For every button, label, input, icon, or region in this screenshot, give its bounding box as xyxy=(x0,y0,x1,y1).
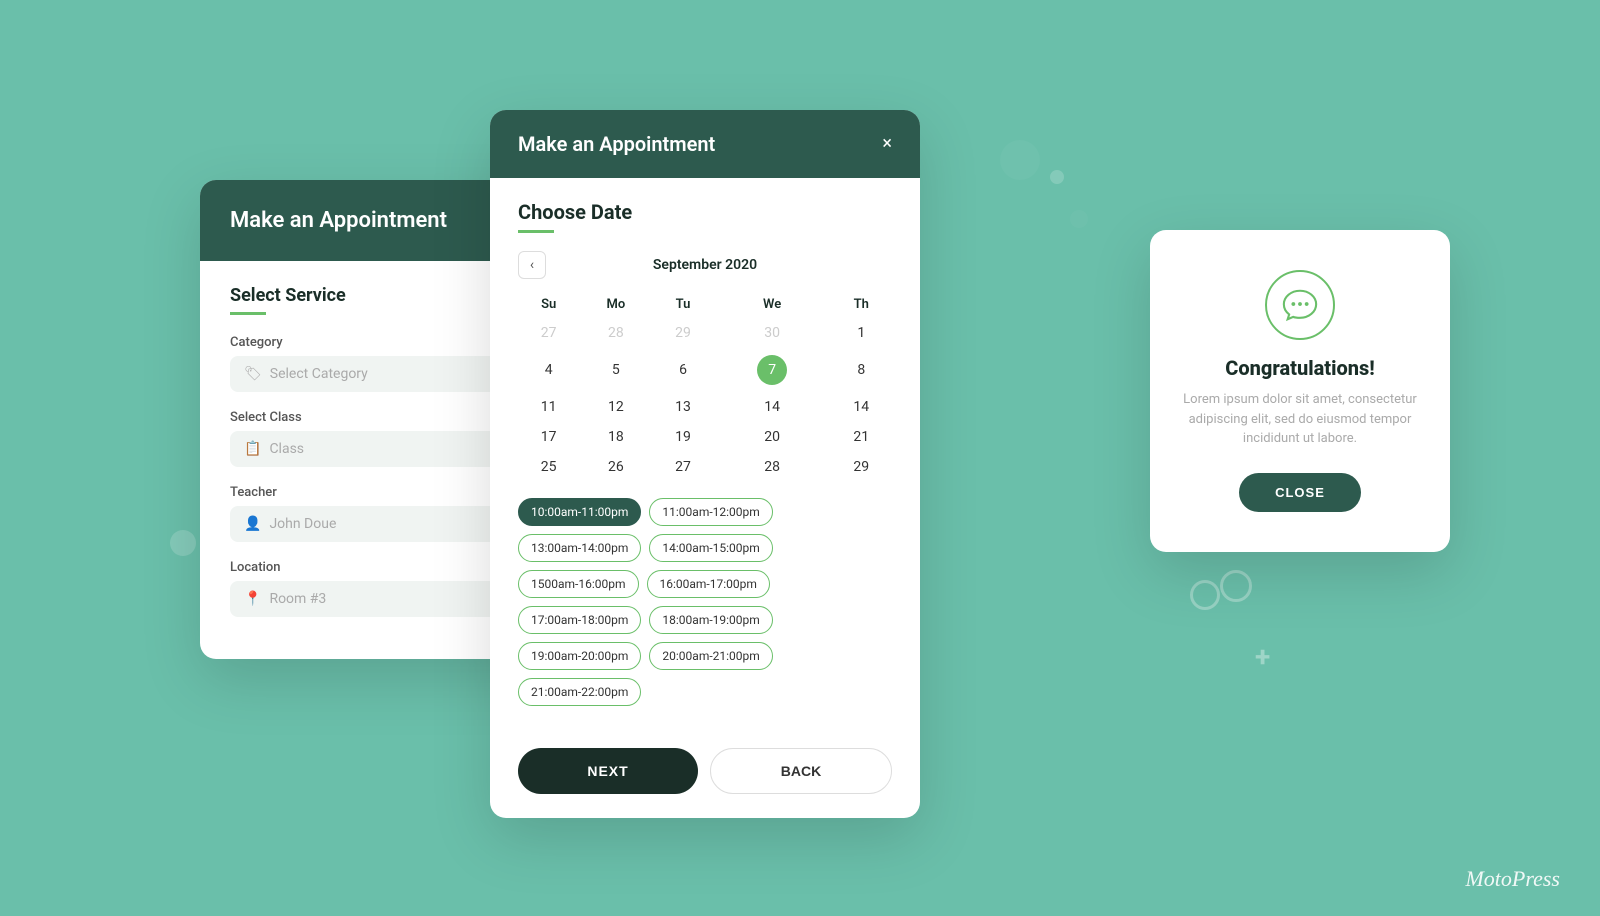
teacher-label: Teacher xyxy=(230,485,530,500)
day-4[interactable]: 4 xyxy=(518,348,579,392)
category-input[interactable]: 🏷 Select Category xyxy=(230,356,530,392)
time-slot-1[interactable]: 11:00am-12:00pm xyxy=(649,498,772,526)
calendar-week-1: 27 28 29 30 1 xyxy=(518,318,892,348)
time-slot-5[interactable]: 16:00am-17:00pm xyxy=(647,570,770,598)
deco-circle-8 xyxy=(1070,210,1088,228)
calendar-month-label: September 2020 xyxy=(653,257,757,273)
day-header-mo: Mo xyxy=(579,291,652,318)
chat-bubble-icon xyxy=(1281,286,1319,324)
day-1[interactable]: 1 xyxy=(831,318,892,348)
section-title: Select Service xyxy=(230,285,530,306)
day-26[interactable]: 26 xyxy=(579,452,652,482)
card-buttons: NEXT BACK xyxy=(490,748,920,818)
day-6[interactable]: 6 xyxy=(652,348,713,392)
day-30-prev[interactable]: 30 xyxy=(714,318,831,348)
calendar-nav: ‹ September 2020 xyxy=(518,251,892,279)
class-label: Select Class xyxy=(230,410,530,425)
time-slot-10[interactable]: 21:00am-22:00pm xyxy=(518,678,641,706)
day-header-su: Su xyxy=(518,291,579,318)
class-input[interactable]: 📋 Class xyxy=(230,431,530,467)
location-field-group: Location 📍 Room #3 xyxy=(230,560,530,617)
day-14[interactable]: 14 xyxy=(714,392,831,422)
section-underline xyxy=(230,312,266,315)
day-8[interactable]: 8 xyxy=(831,348,892,392)
day-7[interactable]: 7 xyxy=(714,348,831,392)
day-25[interactable]: 25 xyxy=(518,452,579,482)
day-header-we: We xyxy=(714,291,831,318)
location-icon: 📍 xyxy=(244,591,261,607)
close-button[interactable]: CLOSE xyxy=(1239,473,1361,512)
category-label: Category xyxy=(230,335,530,350)
day-11[interactable]: 11 xyxy=(518,392,579,422)
day-19[interactable]: 19 xyxy=(652,422,713,452)
time-slot-7[interactable]: 18:00am-19:00pm xyxy=(649,606,772,634)
day-14b[interactable]: 14 xyxy=(831,392,892,422)
calendar-week-2: 4 5 6 7 8 xyxy=(518,348,892,392)
day-18[interactable]: 18 xyxy=(579,422,652,452)
next-button[interactable]: NEXT xyxy=(518,748,698,794)
calendar-card-body: Choose Date ‹ September 2020 Su Mo Tu We… xyxy=(490,178,920,748)
deco-ring-3 xyxy=(1190,580,1220,610)
teacher-input[interactable]: 👤 John Doue xyxy=(230,506,530,542)
category-placeholder: Select Category xyxy=(270,366,368,382)
day-29-prev[interactable]: 29 xyxy=(652,318,713,348)
time-slot-6[interactable]: 17:00am-18:00pm xyxy=(518,606,641,634)
day-13[interactable]: 13 xyxy=(652,392,713,422)
day-21[interactable]: 21 xyxy=(831,422,892,452)
choose-date-underline xyxy=(518,230,554,233)
back-button[interactable]: BACK xyxy=(710,748,892,794)
teacher-value: John Doue xyxy=(269,516,336,532)
congrats-text: Lorem ipsum dolor sit amet, consectetur … xyxy=(1180,390,1420,449)
teacher-field-group: Teacher 👤 John Doue xyxy=(230,485,530,542)
class-icon: 📋 xyxy=(244,441,261,457)
day-12[interactable]: 12 xyxy=(579,392,652,422)
deco-circle-7 xyxy=(1000,140,1040,180)
calendar-card-header: Make an Appointment × xyxy=(490,110,920,178)
time-slot-4[interactable]: 1500am-16:00pm xyxy=(518,570,639,598)
day-7-selected[interactable]: 7 xyxy=(757,355,787,385)
calendar-week-4: 17 18 19 20 21 xyxy=(518,422,892,452)
deco-circle-2 xyxy=(1050,170,1064,184)
day-28-prev[interactable]: 28 xyxy=(579,318,652,348)
congratulations-card: Congratulations! Lorem ipsum dolor sit a… xyxy=(1150,230,1450,552)
time-slot-3[interactable]: 14:00am-15:00pm xyxy=(649,534,772,562)
day-20[interactable]: 20 xyxy=(714,422,831,452)
day-28[interactable]: 28 xyxy=(714,452,831,482)
time-slot-2[interactable]: 13:00am-14:00pm xyxy=(518,534,641,562)
location-input[interactable]: 📍 Room #3 xyxy=(230,581,530,617)
calendar-card: Make an Appointment × Choose Date ‹ Sept… xyxy=(490,110,920,818)
day-5[interactable]: 5 xyxy=(579,348,652,392)
location-value: Room #3 xyxy=(269,591,326,607)
calendar-week-5: 25 26 27 28 29 xyxy=(518,452,892,482)
calendar-week-3: 11 12 13 14 14 xyxy=(518,392,892,422)
day-27-prev[interactable]: 27 xyxy=(518,318,579,348)
day-29[interactable]: 29 xyxy=(831,452,892,482)
deco-plus: + xyxy=(1255,640,1270,673)
location-label: Location xyxy=(230,560,530,575)
calendar-card-title: Make an Appointment xyxy=(518,132,715,156)
category-field-group: Category 🏷 Select Category xyxy=(230,335,530,392)
time-slots-container: 10:00am-11:00pm 11:00am-12:00pm 13:00am-… xyxy=(518,498,892,706)
teacher-icon: 👤 xyxy=(244,516,261,532)
time-slot-8[interactable]: 19:00am-20:00pm xyxy=(518,642,641,670)
deco-ring-2 xyxy=(1220,570,1252,602)
card-back-title: Make an Appointment xyxy=(230,208,530,233)
time-slot-0[interactable]: 10:00am-11:00pm xyxy=(518,498,641,526)
brand-label: MotoPress xyxy=(1465,866,1560,892)
category-icon: 🏷 xyxy=(244,366,262,382)
day-header-th: Th xyxy=(831,291,892,318)
modal-close-button[interactable]: × xyxy=(882,135,892,153)
class-field-group: Select Class 📋 Class xyxy=(230,410,530,467)
calendar-prev-button[interactable]: ‹ xyxy=(518,251,546,279)
day-17[interactable]: 17 xyxy=(518,422,579,452)
calendar-grid: Su Mo Tu We Th 27 28 29 30 1 4 5 xyxy=(518,291,892,482)
day-header-tu: Tu xyxy=(652,291,713,318)
congrats-title: Congratulations! xyxy=(1225,356,1375,380)
choose-date-title: Choose Date xyxy=(518,200,892,224)
class-placeholder: Class xyxy=(269,441,304,457)
time-slot-9[interactable]: 20:00am-21:00pm xyxy=(649,642,772,670)
day-27[interactable]: 27 xyxy=(652,452,713,482)
deco-circle-6 xyxy=(170,530,196,556)
chat-icon-wrap xyxy=(1265,270,1335,340)
